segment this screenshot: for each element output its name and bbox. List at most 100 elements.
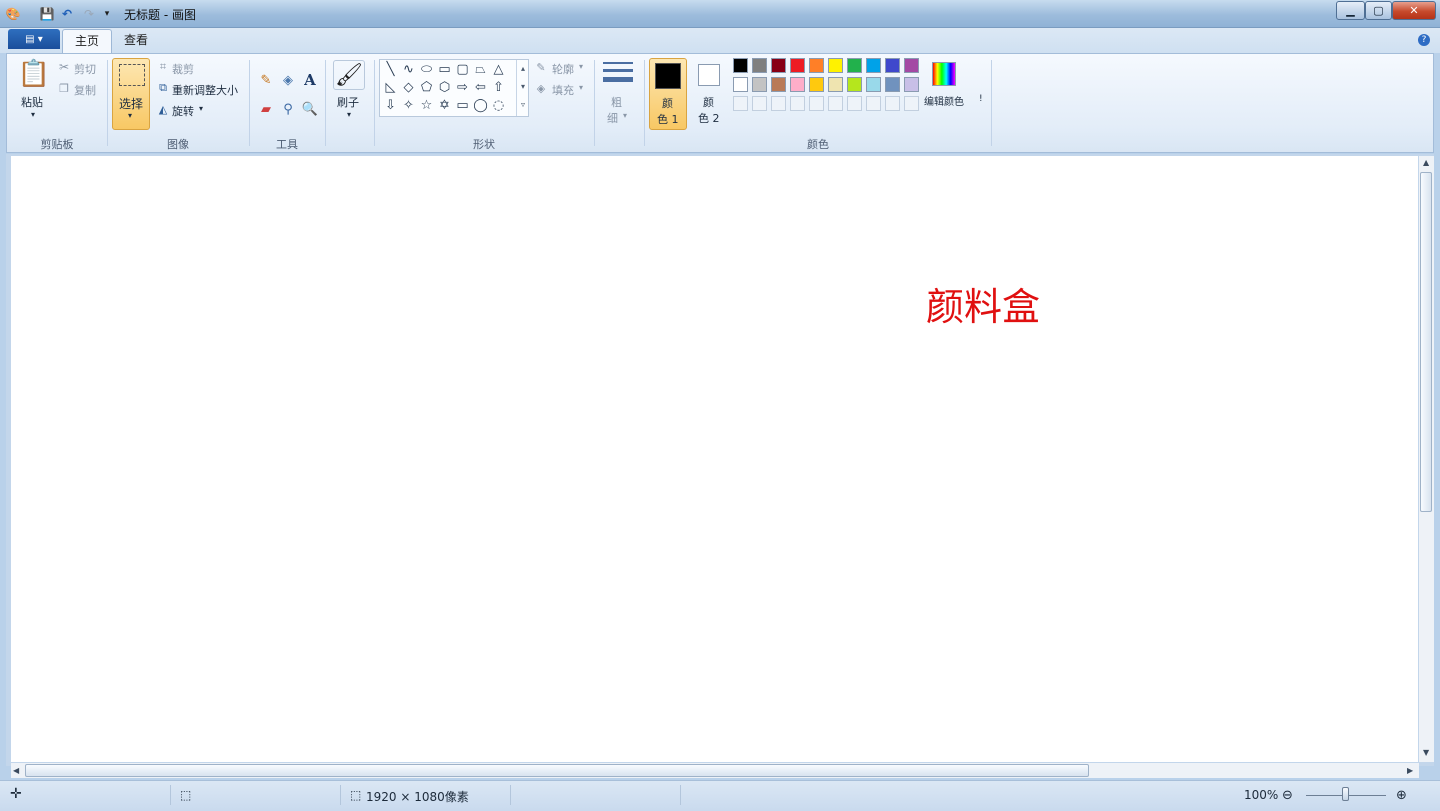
line-shape-icon[interactable]: ╲ — [382, 61, 399, 78]
shapes-scroll[interactable]: ▴ ▾ ▿ — [516, 60, 529, 116]
brushes-button[interactable]: 刷子 — [337, 94, 359, 110]
minimize-button[interactable]: ▁ — [1336, 1, 1365, 20]
fill-bucket-icon[interactable]: ◈ — [278, 70, 298, 90]
up-arrow-shape-icon[interactable]: ⇧ — [490, 79, 507, 96]
right-triangle-shape-icon[interactable]: ◺ — [382, 79, 399, 96]
tab-view[interactable]: 查看 — [112, 29, 160, 52]
redo-icon[interactable]: ↷ — [80, 5, 98, 23]
close-button[interactable]: ✕ — [1392, 1, 1436, 20]
palette-swatch[interactable] — [866, 58, 881, 73]
outline-button[interactable]: 轮廓 — [552, 61, 574, 77]
palette-swatch[interactable] — [847, 77, 862, 92]
size-dropdown-icon[interactable]: ▾ — [623, 111, 627, 120]
custom-color-slot[interactable] — [733, 96, 748, 111]
custom-color-slot[interactable] — [828, 96, 843, 111]
six-point-star-shape-icon[interactable]: ✡ — [436, 97, 453, 114]
palette-swatch[interactable] — [866, 77, 881, 92]
palette-swatch[interactable] — [809, 77, 824, 92]
rotate-dropdown-icon[interactable]: ▾ — [199, 104, 203, 113]
customize-qat-icon[interactable]: ▾ — [98, 5, 116, 23]
crop-button[interactable]: 裁剪 — [172, 61, 194, 77]
zoom-in-icon[interactable]: ⊕ — [1396, 788, 1407, 803]
custom-color-slot[interactable] — [904, 96, 919, 111]
oval-shape-icon[interactable]: ⬭ — [418, 61, 435, 78]
copy-button[interactable]: 复制 — [74, 82, 96, 98]
application-menu-button[interactable]: ▤ ▾ — [8, 29, 60, 49]
text-tool-icon[interactable]: A — [300, 70, 320, 90]
color-picker-icon[interactable]: ⚲ — [278, 99, 298, 119]
palette-swatch[interactable] — [847, 58, 862, 73]
size-label-1[interactable]: 粗 — [611, 94, 622, 110]
rectangle-shape-icon[interactable]: ▭ — [436, 61, 453, 78]
custom-color-slot[interactable] — [752, 96, 767, 111]
rect-callout-shape-icon[interactable]: ▭ — [454, 97, 471, 114]
palette-swatch[interactable] — [733, 77, 748, 92]
clipboard-icon[interactable]: 📋 — [18, 58, 50, 90]
more-options-icon[interactable]: ! — [979, 94, 983, 104]
rounded-rectangle-shape-icon[interactable]: ▢ — [454, 61, 471, 78]
paste-dropdown-icon[interactable]: ▾ — [31, 110, 35, 119]
custom-color-slot[interactable] — [790, 96, 805, 111]
polygon-shape-icon[interactable]: ⏢ — [472, 61, 489, 78]
drawing-canvas[interactable]: 颜料盒 — [11, 156, 1418, 762]
select-button[interactable]: 选择 ▾ — [112, 58, 150, 130]
resize-button[interactable]: 重新调整大小 — [172, 82, 238, 98]
palette-swatch[interactable] — [771, 58, 786, 73]
triangle-shape-icon[interactable]: △ — [490, 61, 507, 78]
hexagon-shape-icon[interactable]: ⬡ — [436, 79, 453, 96]
palette-swatch[interactable] — [904, 58, 919, 73]
pencil-icon[interactable]: ✎ — [256, 70, 276, 90]
outline-dropdown-icon[interactable]: ▾ — [579, 62, 583, 71]
save-icon[interactable]: 💾 — [38, 5, 56, 23]
scroll-down-icon[interactable]: ▼ — [1423, 748, 1429, 757]
scroll-right-icon[interactable]: ▶ — [1407, 766, 1413, 775]
diamond-shape-icon[interactable]: ◇ — [400, 79, 417, 96]
zoom-out-icon[interactable]: ⊖ — [1282, 788, 1293, 803]
custom-color-slot[interactable] — [885, 96, 900, 111]
scroll-left-icon[interactable]: ◀ — [13, 766, 19, 775]
undo-icon[interactable]: ↶ — [58, 5, 76, 23]
scroll-up-icon[interactable]: ▲ — [1423, 158, 1429, 167]
down-arrow-shape-icon[interactable]: ⇩ — [382, 97, 399, 114]
edit-colors-button[interactable]: 编辑颜色 — [924, 93, 964, 108]
color2-button[interactable]: 颜 色 2 — [691, 58, 729, 130]
custom-color-slot[interactable] — [866, 96, 881, 111]
zoom-slider-thumb[interactable] — [1342, 787, 1349, 801]
cloud-callout-shape-icon[interactable]: ◌ — [490, 97, 507, 114]
vertical-scroll-thumb[interactable] — [1420, 172, 1432, 512]
horizontal-scrollbar[interactable]: ◀ ▶ — [11, 763, 1419, 778]
curve-shape-icon[interactable]: ∿ — [400, 61, 417, 78]
size-label-2[interactable]: 细 — [607, 110, 618, 126]
fill-dropdown-icon[interactable]: ▾ — [579, 83, 583, 92]
help-icon[interactable]: ? — [1418, 34, 1430, 46]
palette-swatch[interactable] — [828, 58, 843, 73]
brushes-dropdown-icon[interactable]: ▾ — [347, 110, 351, 119]
palette-swatch[interactable] — [752, 77, 767, 92]
tab-home[interactable]: 主页 — [62, 29, 113, 53]
palette-swatch[interactable] — [771, 77, 786, 92]
palette-swatch[interactable] — [733, 58, 748, 73]
palette-swatch[interactable] — [828, 77, 843, 92]
palette-swatch[interactable] — [904, 77, 919, 92]
palette-swatch[interactable] — [790, 58, 805, 73]
paste-button[interactable]: 粘贴 — [21, 94, 43, 110]
maximize-button[interactable]: ▢ — [1365, 1, 1392, 20]
color1-button[interactable]: 颜 色 1 — [649, 58, 687, 130]
horizontal-scroll-thumb[interactable] — [25, 764, 1089, 777]
palette-swatch[interactable] — [752, 58, 767, 73]
magnifier-icon[interactable]: 🔍 — [300, 99, 320, 119]
pentagon-shape-icon[interactable]: ⬠ — [418, 79, 435, 96]
palette-swatch[interactable] — [885, 58, 900, 73]
brush-icon[interactable]: 🖌 — [333, 60, 365, 90]
vertical-scrollbar[interactable]: ▲ ▼ — [1419, 156, 1434, 762]
custom-color-slot[interactable] — [847, 96, 862, 111]
right-arrow-shape-icon[interactable]: ⇨ — [454, 79, 471, 96]
oval-callout-shape-icon[interactable]: ◯ — [472, 97, 489, 114]
left-arrow-shape-icon[interactable]: ⇦ — [472, 79, 489, 96]
four-point-star-shape-icon[interactable]: ✧ — [400, 97, 417, 114]
five-point-star-shape-icon[interactable]: ☆ — [418, 97, 435, 114]
fill-button[interactable]: 填充 — [552, 82, 574, 98]
palette-swatch[interactable] — [885, 77, 900, 92]
palette-swatch[interactable] — [790, 77, 805, 92]
size-lines-icon[interactable] — [603, 62, 633, 82]
